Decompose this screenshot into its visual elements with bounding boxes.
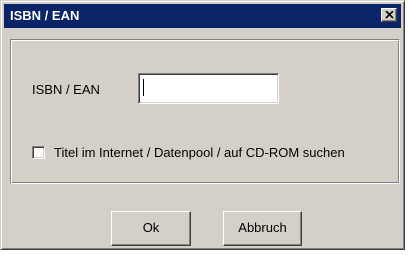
close-icon	[385, 11, 394, 19]
text-caret	[143, 79, 144, 96]
search-online-checkbox[interactable]	[32, 146, 45, 159]
isbn-label: ISBN / EAN	[32, 82, 100, 97]
close-button[interactable]	[381, 8, 397, 22]
ok-button-label: Ok	[142, 220, 160, 235]
options-group	[10, 39, 400, 184]
window-title: ISBN / EAN	[10, 8, 80, 23]
cancel-button-label: Abbruch	[238, 220, 287, 235]
ok-button[interactable]: Ok	[111, 211, 191, 246]
isbn-dialog: ISBN / EAN ISBN / EAN Titel im Internet …	[0, 0, 405, 250]
isbn-input[interactable]	[138, 73, 279, 104]
title-bar: ISBN / EAN	[4, 4, 401, 28]
search-online-label: Titel im Internet / Datenpool / auf CD-R…	[54, 145, 345, 160]
cancel-button[interactable]: Abbruch	[223, 211, 302, 246]
